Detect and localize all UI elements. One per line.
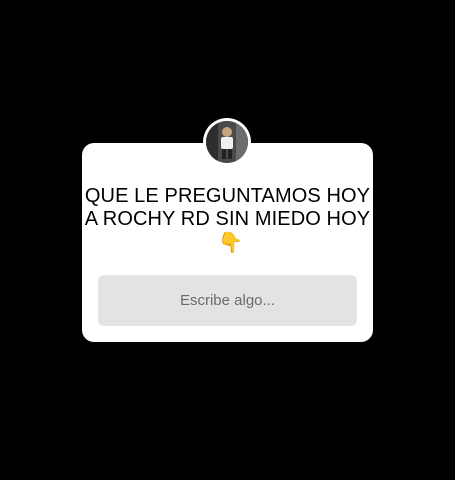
question-text: QUE LE PREGUNTAMOS HOY A ROCHY RD SIN MI… bbox=[82, 185, 373, 255]
pointing-down-icon: 👇 bbox=[217, 230, 243, 254]
profile-photo-icon bbox=[206, 121, 248, 163]
answer-input[interactable]: Escribe algo... bbox=[98, 275, 357, 326]
avatar bbox=[203, 118, 251, 166]
question-label: QUE LE PREGUNTAMOS HOY A ROCHY RD SIN MI… bbox=[84, 185, 371, 230]
answer-placeholder: Escribe algo... bbox=[179, 292, 276, 309]
question-sticker: QUE LE PREGUNTAMOS HOY A ROCHY RD SIN MI… bbox=[82, 143, 373, 342]
